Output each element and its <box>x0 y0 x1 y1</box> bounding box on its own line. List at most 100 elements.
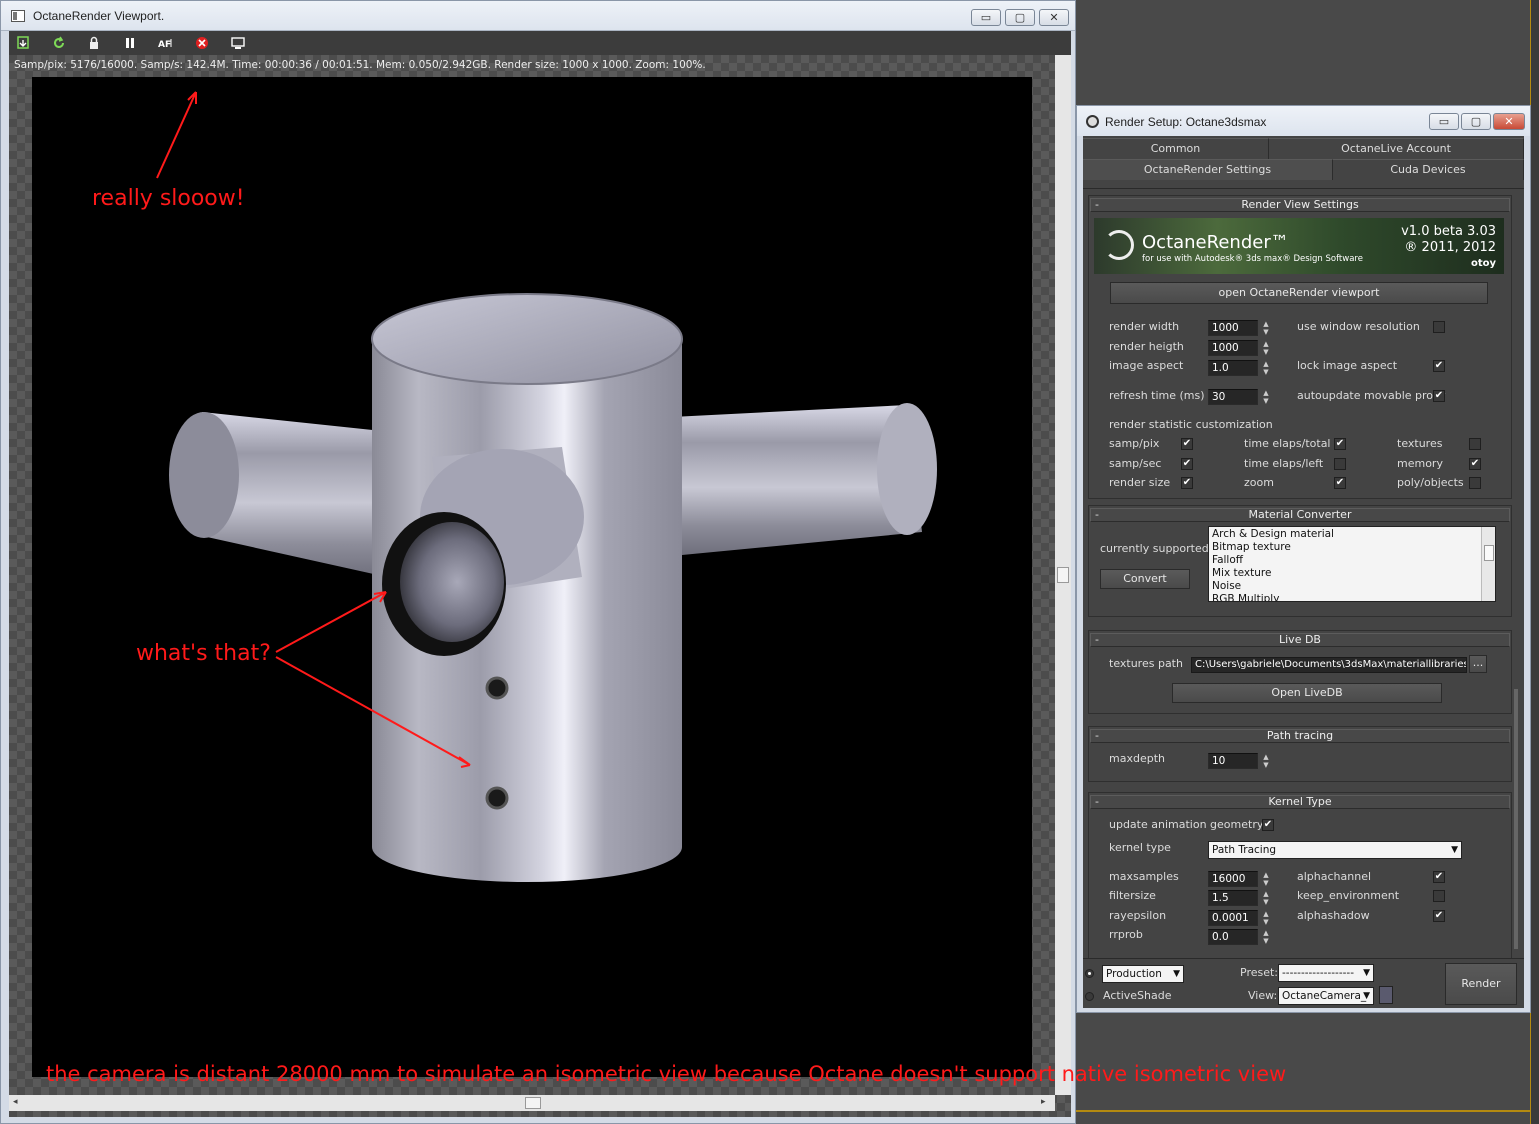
maxsamples-label: maxsamples <box>1109 870 1179 883</box>
tab-octanerender-settings[interactable]: OctaneRender Settings <box>1083 159 1333 180</box>
production-dropdown[interactable]: Production ▼ <box>1102 965 1184 983</box>
rrprob-spinner[interactable]: 0.0 ▲ ▼ <box>1208 929 1274 945</box>
use-window-resolution-checkbox[interactable] <box>1433 321 1445 333</box>
spinner-arrows-icon[interactable]: ▲ ▼ <box>1260 320 1272 336</box>
time-elaps-total-checkbox[interactable]: ✔ <box>1334 438 1346 450</box>
filtersize-spinner[interactable]: 1.5 ▲ ▼ <box>1208 890 1274 906</box>
rs-close-button[interactable]: ✕ <box>1493 113 1525 130</box>
chevron-down-icon: ▼ <box>1363 968 1370 978</box>
poly-objects-checkbox[interactable] <box>1469 477 1481 489</box>
chevron-down-icon: ▼ <box>1451 845 1458 855</box>
settings-scroll-thumb[interactable] <box>1514 689 1518 949</box>
render-height-spinner[interactable]: 1000 ▲ ▼ <box>1208 340 1274 356</box>
render-setup-titlebar[interactable]: Render Setup: Octane3dsmax ▭ ▢ ✕ <box>1077 106 1530 136</box>
list-item[interactable]: RGB Multiply <box>1212 593 1279 601</box>
open-viewport-button[interactable]: open OctaneRender viewport <box>1110 282 1488 304</box>
currently-supported-label: currently supported: <box>1100 542 1213 555</box>
textures-checkbox[interactable] <box>1469 438 1481 450</box>
textures-path-field[interactable]: C:\Users\gabriele\Documents\3dsMax\mater… <box>1191 657 1467 673</box>
time-elaps-left-checkbox[interactable] <box>1334 458 1346 470</box>
stat-customization-label: render statistic customization <box>1109 418 1273 431</box>
spinner-arrows-icon[interactable]: ▲ ▼ <box>1260 753 1272 769</box>
rollout-header[interactable]: - Path tracing <box>1090 729 1510 743</box>
render-button[interactable]: Render <box>1445 963 1517 1005</box>
preset-dropdown[interactable]: ------------------- ▼ <box>1278 964 1374 982</box>
tab-cuda-devices[interactable]: Cuda Devices <box>1333 159 1524 180</box>
view-label: View: <box>1248 989 1278 1002</box>
alphachannel-label: alphachannel <box>1297 870 1372 883</box>
maxdepth-spinner[interactable]: 10 ▲ ▼ <box>1208 753 1274 769</box>
spinner-arrows-icon[interactable]: ▲ ▼ <box>1260 871 1272 887</box>
list-scroll-thumb[interactable] <box>1484 545 1494 561</box>
convert-button[interactable]: Convert <box>1100 569 1190 589</box>
lock-image-aspect-checkbox[interactable]: ✔ <box>1433 360 1445 372</box>
rs-restore-button[interactable]: ▢ <box>1461 113 1491 130</box>
refresh-time-spinner[interactable]: 30 ▲ ▼ <box>1208 389 1274 405</box>
rollout-path-tracing: - Path tracing maxdepth 10 ▲ ▼ <box>1088 726 1512 782</box>
annotation-slow: really slooow! <box>92 186 245 211</box>
list-item[interactable]: Noise <box>1212 580 1241 592</box>
keep-environment-checkbox[interactable] <box>1433 890 1445 902</box>
spinner-arrows-icon[interactable]: ▲ ▼ <box>1260 360 1272 376</box>
browse-button[interactable]: ... <box>1469 655 1487 673</box>
render-width-spinner[interactable]: 1000 ▲ ▼ <box>1208 320 1274 336</box>
kernel-type-dropdown[interactable]: Path Tracing ▼ <box>1208 841 1462 859</box>
tab-octanelive-account[interactable]: OctaneLive Account <box>1269 138 1524 159</box>
image-aspect-spinner[interactable]: 1.0 ▲ ▼ <box>1208 360 1274 376</box>
list-item[interactable]: Mix texture <box>1212 567 1271 579</box>
supported-materials-list[interactable]: Arch & Design material Bitmap texture Fa… <box>1208 526 1496 602</box>
activeshade-label: ActiveShade <box>1103 989 1172 1002</box>
zoom-checkbox[interactable]: ✔ <box>1334 477 1346 489</box>
settings-scrollbar[interactable] <box>1512 189 1520 951</box>
memory-checkbox[interactable]: ✔ <box>1469 458 1481 470</box>
samp-pix-checkbox[interactable]: ✔ <box>1181 438 1193 450</box>
render-setup-app-icon <box>1086 115 1099 128</box>
alphachannel-checkbox[interactable]: ✔ <box>1433 871 1445 883</box>
rs-minimize-button[interactable]: ▭ <box>1429 113 1459 130</box>
spinner-arrows-icon[interactable]: ▲ ▼ <box>1260 340 1272 356</box>
lock-view-icon[interactable] <box>1379 986 1393 1004</box>
list-item[interactable]: Arch & Design material <box>1212 528 1334 540</box>
rayepsilon-spinner[interactable]: 0.0001 ▲ ▼ <box>1208 910 1274 926</box>
rrprob-label: rrprob <box>1109 928 1143 941</box>
rollout-header[interactable]: - Render View Settings <box>1090 198 1510 212</box>
tab-common[interactable]: Common <box>1083 138 1269 159</box>
list-item[interactable]: Bitmap texture <box>1212 541 1291 553</box>
samp-sec-checkbox[interactable]: ✔ <box>1181 458 1193 470</box>
spinner-arrows-icon[interactable]: ▲ ▼ <box>1260 389 1272 405</box>
rollout-kernel-type: - Kernel Type update animation geometry ✔… <box>1088 792 1512 962</box>
rollout-header[interactable]: - Kernel Type <box>1090 795 1510 809</box>
spinner-arrows-icon[interactable]: ▲ ▼ <box>1260 890 1272 906</box>
kernel-type-label: kernel type <box>1109 841 1171 854</box>
render-setup-title: Render Setup: Octane3dsmax <box>1105 115 1267 129</box>
rollout-header[interactable]: - Live DB <box>1090 633 1510 647</box>
render-size-checkbox[interactable]: ✔ <box>1181 477 1193 489</box>
stat-option-label: poly/objects <box>1397 476 1464 489</box>
rollout-header[interactable]: - Material Converter <box>1090 508 1510 522</box>
view-dropdown[interactable]: OctaneCamera_ ▼ <box>1278 987 1374 1005</box>
octane-logo-icon <box>1104 230 1134 260</box>
alphashadow-checkbox[interactable]: ✔ <box>1433 910 1445 922</box>
rollout-material-converter: - Material Converter currently supported:… <box>1088 505 1512 617</box>
spinner-arrows-icon[interactable]: ▲ ▼ <box>1260 929 1272 945</box>
maxsamples-spinner[interactable]: 16000 ▲ ▼ <box>1208 871 1274 887</box>
annotation-whats-that: what's that? <box>136 641 271 666</box>
stat-option-label: samp/sec <box>1109 457 1162 470</box>
textures-path-label: textures path <box>1109 657 1183 670</box>
stat-option-label: time elaps/left <box>1244 457 1324 470</box>
production-radio[interactable] <box>1085 969 1094 978</box>
stat-option-label: render size <box>1109 476 1171 489</box>
list-scrollbar[interactable] <box>1481 527 1495 601</box>
list-item[interactable]: Falloff <box>1212 554 1243 566</box>
update-anim-geometry-checkbox[interactable]: ✔ <box>1262 819 1274 831</box>
autoupdate-checkbox[interactable]: ✔ <box>1433 390 1445 402</box>
settings-scroll-area[interactable]: - Render View Settings OctaneRender™ for … <box>1083 188 1524 962</box>
activeshade-radio[interactable] <box>1085 992 1094 1001</box>
banner-version: v1.0 beta 3.03 <box>1401 224 1496 239</box>
open-livedb-button[interactable]: Open LiveDB <box>1172 683 1442 703</box>
stat-option-label: samp/pix <box>1109 437 1160 450</box>
stat-option-label: zoom <box>1244 476 1274 489</box>
spinner-arrows-icon[interactable]: ▲ ▼ <box>1260 910 1272 926</box>
render-setup-footer: Production ▼ ActiveShade Preset: --------… <box>1083 958 1524 1008</box>
annotation-camera-note: the camera is distant 28000 mm to simula… <box>46 1062 1287 1086</box>
